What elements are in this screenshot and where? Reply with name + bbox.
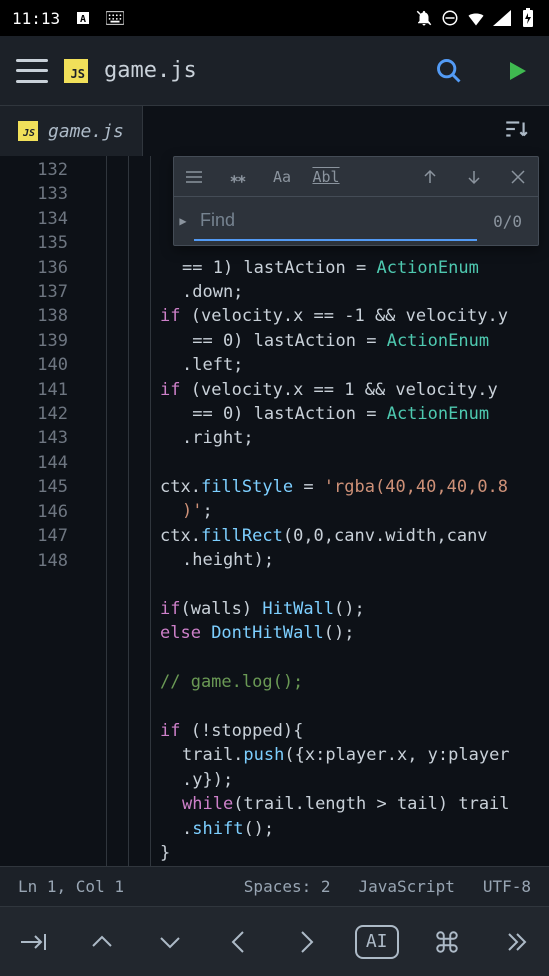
more-icon[interactable] bbox=[495, 922, 535, 962]
tab-bar: JS game.js bbox=[0, 106, 549, 156]
clock: 11:13 bbox=[12, 9, 60, 28]
header-filename: game.js bbox=[104, 58, 397, 83]
signal-icon bbox=[493, 9, 511, 27]
code-editor[interactable]: 132 133134 135 136 137138 139140 1411421… bbox=[0, 156, 549, 866]
language-mode[interactable]: JavaScript bbox=[359, 877, 455, 896]
close-find-icon[interactable] bbox=[508, 167, 528, 187]
indent-info[interactable]: Spaces: 2 bbox=[244, 877, 331, 896]
keyboard-icon bbox=[106, 9, 124, 27]
run-button[interactable] bbox=[501, 55, 533, 87]
expand-replace-icon[interactable]: ▶ bbox=[174, 214, 192, 228]
js-file-icon: JS bbox=[18, 121, 38, 141]
nav-back-icon[interactable] bbox=[218, 922, 258, 962]
notifications-off-icon bbox=[415, 9, 433, 27]
find-input[interactable] bbox=[194, 202, 477, 241]
bottom-toolbar: AI bbox=[0, 906, 549, 976]
nav-forward-icon[interactable] bbox=[287, 922, 327, 962]
prev-match-icon[interactable] bbox=[420, 167, 440, 187]
tab-gamejs[interactable]: JS game.js bbox=[0, 106, 143, 156]
next-match-icon[interactable] bbox=[464, 167, 484, 187]
case-sensitive-icon[interactable]: Aa bbox=[272, 167, 292, 187]
no-wrap-icon[interactable] bbox=[184, 167, 204, 187]
find-result-count: 0/0 bbox=[477, 212, 538, 231]
code-content[interactable]: == 1) lastAction = ActionEnum .down; if … bbox=[78, 156, 549, 866]
battery-icon bbox=[519, 9, 537, 27]
encoding[interactable]: UTF-8 bbox=[483, 877, 531, 896]
tab-label: game.js bbox=[48, 121, 124, 142]
find-panel: ⁎⁎ Aa Abl ▶ 0/0 bbox=[173, 156, 539, 246]
tab-key-icon[interactable] bbox=[14, 922, 54, 962]
regex-icon[interactable]: ⁎⁎ bbox=[228, 167, 248, 187]
ai-button[interactable]: AI bbox=[355, 925, 399, 959]
app-header: JS game.js bbox=[0, 36, 549, 106]
svg-text:A: A bbox=[80, 14, 86, 25]
dnd-icon bbox=[441, 9, 459, 27]
editor-status-bar: Ln 1, Col 1 Spaces: 2 JavaScript UTF-8 bbox=[0, 866, 549, 906]
command-icon[interactable] bbox=[427, 922, 467, 962]
sort-button[interactable] bbox=[483, 116, 549, 146]
line-gutter: 132 133134 135 136 137138 139140 1411421… bbox=[0, 156, 78, 866]
cursor-position[interactable]: Ln 1, Col 1 bbox=[18, 877, 124, 896]
menu-button[interactable] bbox=[16, 59, 48, 83]
move-down-icon[interactable] bbox=[150, 922, 190, 962]
move-up-icon[interactable] bbox=[82, 922, 122, 962]
js-file-icon: JS bbox=[64, 59, 88, 83]
app-indicator-icon: A bbox=[74, 9, 92, 27]
whole-word-icon[interactable]: Abl bbox=[316, 167, 336, 187]
android-status-bar: 11:13 A bbox=[0, 0, 549, 36]
wifi-icon bbox=[467, 9, 485, 27]
search-button[interactable] bbox=[433, 55, 465, 87]
